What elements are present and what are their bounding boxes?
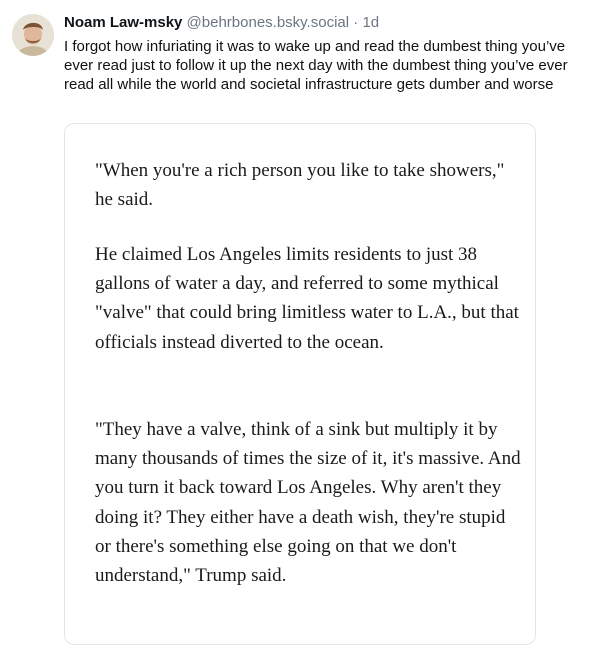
- post-text: I forgot how infuriating it was to wake …: [64, 38, 568, 93]
- author-display-name[interactable]: Noam Law-msky: [64, 14, 182, 31]
- author-handle[interactable]: @behrbones.bsky.social: [187, 14, 350, 31]
- post-header: Noam Law-msky @behrbones.bsky.social · 1…: [64, 14, 587, 32]
- embedded-image-card[interactable]: "When you're a rich person you like to t…: [64, 123, 536, 645]
- header-separator: ·: [353, 14, 359, 31]
- post: Noam Law-msky @behrbones.bsky.social · 1…: [0, 0, 597, 645]
- avatar-image: [12, 14, 54, 56]
- quote-paragraph: "When you're a rich person you like to t…: [95, 160, 505, 211]
- post-timestamp[interactable]: 1d: [362, 14, 379, 31]
- quote-paragraph: "They have a valve, think of a sink but …: [95, 419, 521, 587]
- avatar[interactable]: [12, 14, 54, 56]
- quote-paragraph: He claimed Los Angeles limits residents …: [95, 244, 519, 353]
